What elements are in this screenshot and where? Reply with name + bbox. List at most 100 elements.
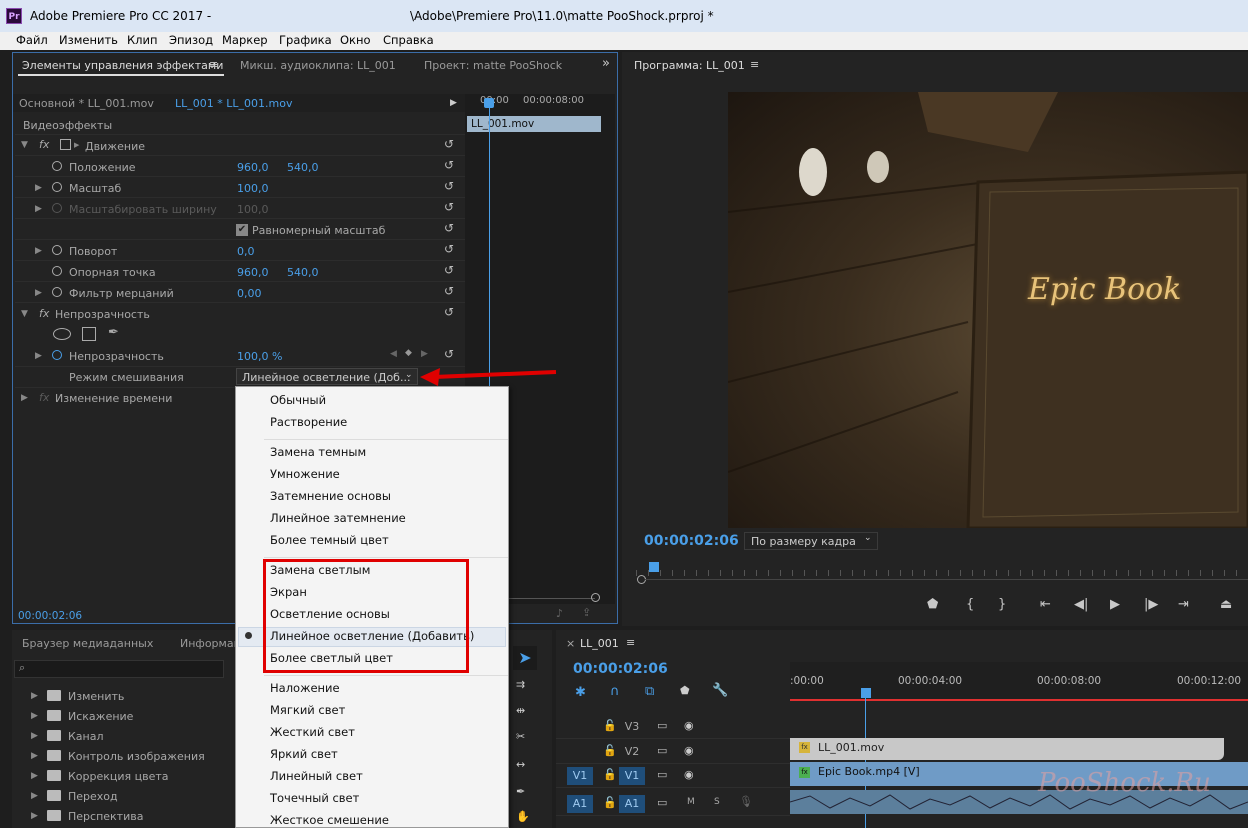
razor-tool-icon[interactable]: ✂ bbox=[516, 730, 525, 743]
sync-lock-icon[interactable]: ▭ bbox=[657, 744, 667, 757]
audio-only-icon[interactable]: ♪ bbox=[556, 607, 563, 620]
tab-audio-mixer[interactable]: Микш. аудиоклипа: LL_001 bbox=[240, 59, 396, 72]
scale-stopwatch-icon[interactable] bbox=[52, 182, 62, 192]
sequence-clip-tab[interactable]: LL_001 * LL_001.mov bbox=[175, 97, 292, 110]
blend-menu-item[interactable]: Умножение bbox=[270, 467, 340, 481]
flicker-stopwatch-icon[interactable] bbox=[52, 287, 62, 297]
program-ruler[interactable] bbox=[636, 570, 1248, 576]
reset-opacity-icon[interactable]: ↺ bbox=[444, 347, 454, 361]
add-marker-timeline-icon[interactable]: ⬟ bbox=[680, 684, 690, 697]
effects-folder[interactable]: Коррекция цвета bbox=[68, 770, 169, 783]
hand-tool-icon[interactable]: ✋ bbox=[516, 810, 530, 823]
pen-tool-icon[interactable]: ✒ bbox=[516, 785, 525, 798]
step-forward-icon[interactable]: |▶ bbox=[1144, 597, 1158, 612]
next-keyframe-icon[interactable]: ▶ bbox=[421, 349, 428, 359]
linked-selection-icon[interactable]: ⧉ bbox=[645, 684, 654, 699]
reset-flicker-icon[interactable]: ↺ bbox=[444, 284, 454, 298]
folder-expand-icon[interactable]: ▶ bbox=[31, 791, 38, 801]
blend-menu-item[interactable]: Жесткий свет bbox=[270, 725, 355, 739]
opacity-fx-icon[interactable]: fx bbox=[39, 307, 49, 320]
menu-help[interactable]: Справка bbox=[383, 33, 434, 47]
anchor-x-value[interactable]: 960,0 bbox=[237, 266, 269, 279]
blend-menu-item[interactable]: Обычный bbox=[270, 393, 326, 407]
program-timecode[interactable]: 00:00:02:06 bbox=[644, 533, 739, 549]
lift-icon[interactable]: ⏏ bbox=[1220, 597, 1232, 612]
sync-lock-icon[interactable]: ▭ bbox=[657, 719, 667, 732]
voiceover-icon[interactable]: 🎙 bbox=[739, 795, 753, 808]
transform-box-icon[interactable] bbox=[60, 139, 71, 150]
reset-uniform-icon[interactable]: ↺ bbox=[444, 221, 454, 235]
effects-folder[interactable]: Перспектива bbox=[68, 810, 143, 823]
panel-menu-icon[interactable]: ≡ bbox=[209, 58, 218, 71]
menu-file[interactable]: Файл bbox=[16, 33, 48, 47]
go-to-out-icon[interactable]: ⇥ bbox=[1178, 597, 1189, 612]
effects-folder[interactable]: Канал bbox=[68, 730, 104, 743]
step-back-icon[interactable]: ◀| bbox=[1074, 597, 1088, 612]
time-remap-expand-icon[interactable]: ▶ bbox=[21, 393, 28, 403]
menu-sequence[interactable]: Эпизод bbox=[169, 33, 213, 47]
solo-button[interactable]: S bbox=[714, 797, 720, 807]
scale-value[interactable]: 100,0 bbox=[237, 182, 269, 195]
blend-menu-item[interactable]: Точечный свет bbox=[270, 791, 359, 805]
play-icon[interactable]: ▶ bbox=[1110, 597, 1120, 612]
sequence-menu-icon[interactable]: ≡ bbox=[626, 636, 635, 649]
folder-expand-icon[interactable]: ▶ bbox=[31, 691, 38, 701]
track-lock-icon[interactable]: 🔓 bbox=[603, 768, 617, 781]
folder-expand-icon[interactable]: ▶ bbox=[31, 711, 38, 721]
tab-effect-controls[interactable]: Элементы управления эффектами bbox=[22, 59, 223, 72]
fx-icon[interactable]: fx bbox=[39, 138, 49, 151]
uniform-scale-checkbox[interactable]: ✔ bbox=[236, 224, 248, 236]
anchor-y-value[interactable]: 540,0 bbox=[287, 266, 319, 279]
track-visibility-icon[interactable]: ◉ bbox=[684, 744, 694, 757]
blend-menu-item[interactable]: Яркий свет bbox=[270, 747, 338, 761]
menu-marker[interactable]: Маркер bbox=[222, 33, 268, 47]
opacity-expand-icon[interactable]: ▶ bbox=[35, 351, 42, 361]
selection-tool-icon[interactable]: ➤ bbox=[513, 646, 537, 670]
sync-lock-icon[interactable]: ▭ bbox=[657, 796, 667, 809]
mark-out-icon[interactable]: } bbox=[998, 597, 1006, 612]
blend-menu-item[interactable]: Более темный цвет bbox=[270, 533, 389, 547]
time-remap-fx-icon[interactable]: fx bbox=[39, 391, 49, 404]
wrench-icon[interactable]: 🔧 bbox=[712, 683, 728, 698]
timeline-playhead-handle[interactable] bbox=[861, 688, 871, 698]
track-lock-icon[interactable]: 🔓 bbox=[603, 719, 617, 732]
pen-mask-icon[interactable]: ✒ bbox=[108, 325, 119, 340]
ripple-edit-tool-icon[interactable]: ⇹ bbox=[516, 704, 525, 717]
menu-edit[interactable]: Изменить bbox=[59, 33, 118, 47]
menu-graphics[interactable]: Графика bbox=[279, 33, 332, 47]
effect-tl-clip[interactable]: LL_001.mov bbox=[467, 116, 601, 132]
menu-clip[interactable]: Клип bbox=[127, 33, 158, 47]
effects-folder[interactable]: Изменить bbox=[68, 690, 124, 703]
anchor-stopwatch-icon[interactable] bbox=[52, 266, 62, 276]
rotation-expand-icon[interactable]: ▶ bbox=[35, 246, 42, 256]
folder-expand-icon[interactable]: ▶ bbox=[31, 771, 38, 781]
chevron-down-icon[interactable]: ⌄ bbox=[405, 370, 413, 380]
program-zoom-bar[interactable] bbox=[645, 579, 1248, 580]
track-lock-icon[interactable]: 🔓 bbox=[603, 744, 617, 757]
effect-timecode[interactable]: 00:00:02:06 bbox=[18, 610, 82, 622]
snap-icon[interactable]: ∩ bbox=[610, 684, 620, 699]
opacity-value[interactable]: 100,0 % bbox=[237, 350, 282, 363]
track-name[interactable]: V3 bbox=[619, 718, 645, 736]
program-viewer-image[interactable]: Epic Book bbox=[728, 92, 1248, 528]
work-area-bar[interactable] bbox=[790, 699, 1248, 701]
program-menu-icon[interactable]: ≡ bbox=[750, 58, 759, 71]
source-patch[interactable]: A1 bbox=[567, 795, 593, 813]
sequence-tab[interactable]: LL_001 bbox=[580, 637, 619, 650]
flicker-value[interactable]: 0,00 bbox=[237, 287, 262, 300]
position-y-value[interactable]: 540,0 bbox=[287, 161, 319, 174]
export-icon[interactable]: ⇪ bbox=[582, 606, 591, 619]
program-playhead[interactable] bbox=[649, 562, 659, 572]
flicker-expand-icon[interactable]: ▶ bbox=[35, 288, 42, 298]
mute-button[interactable]: M bbox=[687, 797, 695, 807]
blend-menu-item[interactable]: Жесткое смешение bbox=[270, 813, 389, 827]
track-name[interactable]: V2 bbox=[619, 743, 645, 761]
effects-search-input[interactable] bbox=[14, 660, 224, 678]
effects-folder[interactable]: Искажение bbox=[68, 710, 133, 723]
tab-media-browser[interactable]: Браузер медиаданных bbox=[22, 637, 153, 650]
prev-keyframe-icon[interactable]: ◀ bbox=[390, 349, 397, 359]
play-only-icon[interactable]: ▶ bbox=[450, 98, 457, 108]
blend-menu-item[interactable]: Линейный свет bbox=[270, 769, 363, 783]
track-lock-icon[interactable]: 🔓 bbox=[603, 796, 617, 809]
reset-opacity-section-icon[interactable]: ↺ bbox=[444, 305, 454, 319]
